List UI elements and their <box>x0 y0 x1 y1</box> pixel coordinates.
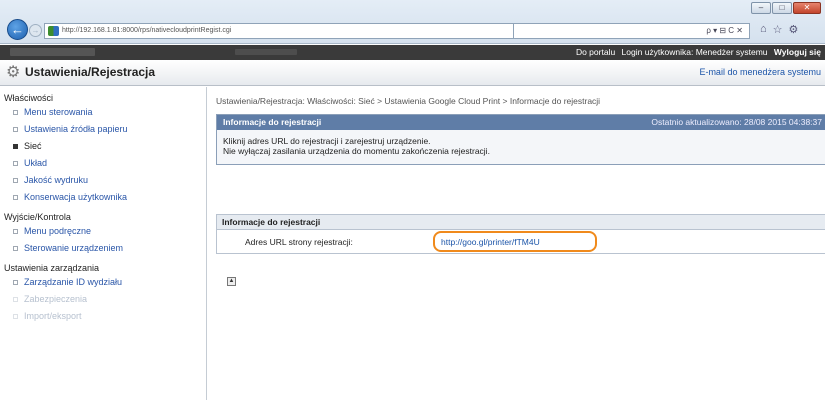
instruction-line-2: Nie wyłączaj zasilania urządzenia do mom… <box>223 146 490 156</box>
bullet-icon <box>13 110 18 116</box>
bullet-icon <box>13 314 18 320</box>
maximize-icon[interactable]: □ <box>772 2 792 14</box>
favorites-star-icon[interactable]: ☆ <box>773 23 783 36</box>
panel-header: Informacje do rejestracji Ostatnio aktua… <box>217 115 825 130</box>
address-bar[interactable]: http://192.168.1.81:8000/rps/nativecloud… <box>44 23 514 39</box>
breadcrumb: Ustawienia/Rejestracja: Właściwości: Sie… <box>216 96 601 106</box>
registration-details-panel: Informacje do rejestracji Adres URL stro… <box>216 214 825 254</box>
minimize-icon[interactable]: – <box>751 2 771 14</box>
sidebar-section-management[interactable]: Ustawienia zarządzania <box>0 257 206 274</box>
instruction-line-1: Kliknij adres URL do rejestracji i zarej… <box>223 136 431 146</box>
bullet-icon <box>13 246 18 252</box>
forward-button[interactable]: → <box>29 24 42 37</box>
sidebar-item-security[interactable]: Zabezpieczenia <box>0 291 206 308</box>
sidebar-section-properties[interactable]: Właściwości <box>0 87 206 104</box>
sidebar-item-network[interactable]: Sieć <box>0 138 206 155</box>
brand-logo <box>10 48 95 56</box>
browser-icons: ⌂ ☆ ⚙ <box>760 23 798 36</box>
home-icon[interactable]: ⌂ <box>760 23 767 36</box>
close-icon[interactable]: ✕ <box>793 2 821 14</box>
portal-link[interactable]: Do portalu <box>576 47 615 57</box>
sidebar-item-import-export[interactable]: Import/eksport <box>0 308 206 325</box>
registration-info-panel: Informacje do rejestracji Ostatnio aktua… <box>216 114 825 165</box>
sidebar-item-department-id[interactable]: Zarządzanie ID wydziału <box>0 274 206 291</box>
address-tools[interactable]: ρ ▾ ⊟ C ✕ <box>514 23 750 39</box>
sidebar-item-menu[interactable]: Menu sterowania <box>0 104 206 121</box>
settings-gear-icon[interactable]: ⚙ <box>789 23 799 36</box>
sidebar-item-layout[interactable]: Układ <box>0 155 206 172</box>
sidebar-item-device-control[interactable]: Sterowanie urządzeniem <box>0 240 206 257</box>
sidebar-section-output[interactable]: Wyjście/Kontrola <box>0 206 206 223</box>
device-name <box>235 49 297 55</box>
settings-gear-icon: ⚙ <box>6 64 21 81</box>
bullet-icon <box>13 229 18 235</box>
browser-chrome: – □ ✕ ← → http://192.168.1.81:8000/rps/n… <box>0 0 825 44</box>
bullet-icon <box>13 161 18 167</box>
bullet-icon <box>13 195 18 201</box>
sidebar-fade-overlay <box>0 370 206 400</box>
registration-url-link[interactable]: http://goo.gl/printer/fTM4U <box>441 237 540 247</box>
registration-url-highlight: http://goo.gl/printer/fTM4U <box>433 231 597 252</box>
back-to-top-icon[interactable]: ▲ <box>227 277 236 286</box>
site-favicon-icon <box>48 26 59 36</box>
sidebar-item-paper-source[interactable]: Ustawienia źródła papieru <box>0 121 206 138</box>
sidebar-item-user-maintenance[interactable]: Konserwacja użytkownika <box>0 189 206 206</box>
registration-url-row: Adres URL strony rejestracji: http://goo… <box>217 230 825 254</box>
sidebar-item-print-quality[interactable]: Jakość wydruku <box>0 172 206 189</box>
sidebar: Właściwości Menu sterowania Ustawienia ź… <box>0 87 207 400</box>
details-header: Informacje do rejestracji <box>217 215 825 230</box>
sidebar-item-quick-menu[interactable]: Menu podręczne <box>0 223 206 240</box>
bullet-icon <box>13 144 18 150</box>
bullet-icon <box>13 280 18 286</box>
bullet-icon <box>13 297 18 303</box>
email-admin-link[interactable]: E-mail do menedżera systemu <box>699 67 821 77</box>
bullet-icon <box>13 127 18 133</box>
page-title: Ustawienia/Rejestracja <box>25 65 156 79</box>
panel-title: Informacje do rejestracji <box>223 117 322 127</box>
main-content: Ustawienia/Rejestracja: Właściwości: Sie… <box>208 87 825 400</box>
address-url: http://192.168.1.81:8000/rps/nativecloud… <box>62 27 232 34</box>
window-controls: – □ ✕ <box>751 2 821 14</box>
panel-body: Kliknij adres URL do rejestracji i zarej… <box>217 130 825 164</box>
logout-link[interactable]: Wyloguj się <box>774 47 821 57</box>
top-links: Do portalu Login użytkownika: Menedżer s… <box>572 45 821 60</box>
bullet-icon <box>13 178 18 184</box>
back-button[interactable]: ← <box>7 19 28 40</box>
registration-url-label: Adres URL strony rejestracji: <box>245 237 353 247</box>
top-bar: Do portalu Login użytkownika: Menedżer s… <box>0 45 825 60</box>
last-updated: Ostatnio aktualizowano: 28/08 2015 04:38… <box>651 117 822 127</box>
user-label: Login użytkownika: Menedżer systemu <box>621 47 768 57</box>
page-header: ⚙ Ustawienia/Rejestracja E-mail do mened… <box>0 60 825 86</box>
